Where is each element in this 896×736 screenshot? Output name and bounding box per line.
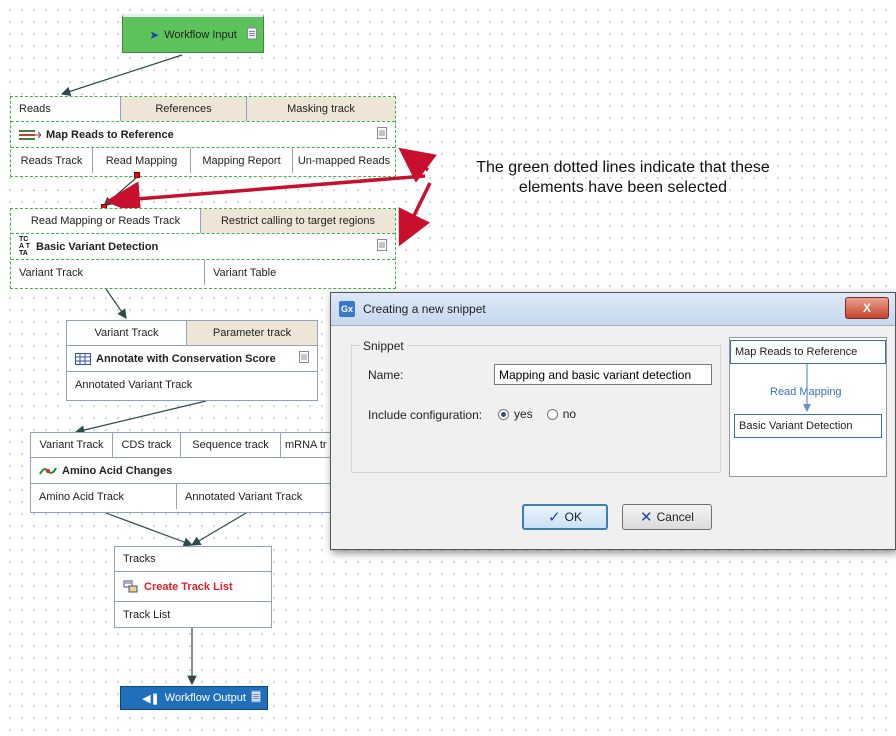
- track-list-node[interactable]: Tracks Create Track List Track List: [114, 546, 272, 628]
- amino-title-row: Amino Acid Changes: [31, 458, 343, 484]
- map-reads-inputs: Reads References Masking track: [11, 97, 395, 122]
- edge-input-to-map: [60, 54, 183, 96]
- output-amino-acid-track[interactable]: Amino Acid Track: [31, 484, 177, 509]
- edge-conservation-to-amino: [74, 400, 207, 435]
- track-list-icon: [123, 580, 139, 594]
- input-parameter-track[interactable]: Parameter track: [187, 321, 317, 345]
- output-variant-track[interactable]: Variant Track: [11, 260, 205, 285]
- cancel-label: Cancel: [656, 510, 694, 524]
- snippet-group-title: Snippet: [359, 339, 408, 353]
- amino-outputs: Amino Acid Track Annotated Variant Track: [31, 484, 343, 509]
- input-read-mapping-or-reads[interactable]: Read Mapping or Reads Track: [11, 209, 201, 233]
- input-cds-track[interactable]: CDS track: [113, 433, 181, 457]
- conservation-title: Annotate with Conservation Score: [96, 352, 276, 365]
- ok-button[interactable]: ✓ OK: [522, 504, 608, 530]
- edge-amino-to-tracks-a: [105, 512, 194, 547]
- close-button[interactable]: X: [845, 297, 889, 319]
- output-annotated-variant-track[interactable]: Annotated Variant Track: [67, 372, 317, 397]
- track-list-outputs: Track List: [115, 602, 271, 627]
- dialog-titlebar[interactable]: Gx Creating a new snippet: [331, 293, 895, 326]
- cancel-button[interactable]: ✕ Cancel: [622, 504, 712, 530]
- track-list-inputs: Tracks: [115, 547, 271, 572]
- conservation-title-row: Annotate with Conservation Score: [67, 346, 317, 372]
- workflow-input-node[interactable]: ➤ Workflow Input: [122, 14, 264, 53]
- document-icon: [377, 239, 387, 254]
- output-mapping-report[interactable]: Mapping Report: [191, 148, 293, 173]
- config-radio-group: yes no: [498, 407, 576, 421]
- name-label: Name:: [368, 368, 404, 382]
- app-icon: Gx: [339, 301, 355, 317]
- dialog-title: Creating a new snippet: [363, 302, 486, 316]
- amino-acid-node[interactable]: Variant Track CDS track Sequence track m…: [30, 432, 344, 513]
- annotation-arrow-variant: [398, 182, 432, 247]
- input-sequence-track[interactable]: Sequence track: [181, 433, 281, 457]
- output-read-mapping[interactable]: Read Mapping: [93, 148, 191, 173]
- input-variant-track[interactable]: Variant Track: [31, 433, 113, 457]
- workflow-input-label: Workflow Input: [164, 28, 237, 41]
- edge-map-to-variant: [103, 176, 138, 207]
- workflow-output-label: Workflow Output: [164, 692, 246, 704]
- conservation-outputs: Annotated Variant Track: [67, 372, 317, 397]
- conservation-node[interactable]: Variant Track Parameter track Annotate w…: [66, 320, 318, 401]
- document-icon: [251, 690, 261, 706]
- input-reads[interactable]: Reads: [11, 97, 121, 121]
- output-unmapped-reads[interactable]: Un-mapped Reads: [293, 148, 395, 173]
- annotation-text: The green dotted lines indicate that the…: [428, 158, 818, 198]
- document-icon: [299, 351, 309, 366]
- preview-edge: [803, 364, 811, 412]
- preview-basic-variant: Basic Variant Detection: [734, 414, 882, 438]
- basic-variant-node[interactable]: Read Mapping or Reads Track Restrict cal…: [10, 208, 396, 289]
- input-masking-track[interactable]: Masking track: [247, 97, 395, 121]
- config-no-label: no: [562, 407, 577, 421]
- amino-inputs: Variant Track CDS track Sequence track m…: [31, 433, 343, 458]
- input-arrow-icon: ➤: [149, 27, 160, 42]
- include-configuration-label: Include configuration:: [368, 408, 483, 422]
- selection-handle-top[interactable]: [134, 172, 140, 178]
- tca-tta-icon: TCA TTA: [19, 236, 31, 257]
- map-reads-title: Map Reads to Reference: [46, 128, 174, 141]
- input-variant-track[interactable]: Variant Track: [67, 321, 187, 345]
- edge-amino-to-tracks-b: [190, 512, 247, 546]
- input-restrict-calling[interactable]: Restrict calling to target regions: [201, 209, 395, 233]
- output-arrow-icon: ◀❚: [142, 692, 160, 705]
- config-no-radio[interactable]: no: [546, 407, 577, 421]
- basic-variant-title: Basic Variant Detection: [36, 240, 159, 253]
- basic-variant-title-row: TCA TTA Basic Variant Detection: [11, 234, 395, 260]
- workflow-output-node[interactable]: ◀❚ Workflow Output: [120, 686, 268, 710]
- map-reads-title-row: Map Reads to Reference: [11, 122, 395, 148]
- config-yes-radio[interactable]: yes: [498, 407, 533, 421]
- input-references[interactable]: References: [121, 97, 247, 121]
- annotation-arrow-edge: [105, 174, 426, 217]
- output-variant-table[interactable]: Variant Table: [205, 260, 395, 285]
- document-icon: [247, 27, 257, 42]
- map-reads-icon: [19, 129, 41, 141]
- document-icon: [377, 127, 387, 142]
- conservation-inputs: Variant Track Parameter track: [67, 321, 317, 346]
- conservation-table-icon: [75, 352, 91, 365]
- amino-acid-icon: [39, 465, 57, 477]
- snippet-preview: Map Reads to Reference Read Mapping Basi…: [729, 337, 887, 477]
- map-reads-node[interactable]: Reads References Masking track Map Reads…: [10, 96, 396, 177]
- track-list-title-row: Create Track List: [115, 572, 271, 602]
- output-reads-track[interactable]: Reads Track: [11, 148, 93, 173]
- check-icon: ✓: [548, 509, 561, 526]
- annotation-line-2: elements have been selected: [518, 179, 728, 196]
- snippet-name-input[interactable]: [494, 364, 712, 385]
- output-track-list[interactable]: Track List: [115, 602, 271, 627]
- output-annotated-variant-track[interactable]: Annotated Variant Track: [177, 484, 343, 509]
- input-tracks[interactable]: Tracks: [115, 547, 271, 571]
- basic-variant-outputs: Variant Track Variant Table: [11, 260, 395, 285]
- annotation-line-1: The green dotted lines indicate that the…: [476, 159, 770, 176]
- radio-empty-icon: [546, 408, 558, 420]
- radio-selected-icon: [498, 408, 509, 420]
- ok-label: OK: [564, 510, 582, 524]
- basic-variant-inputs: Read Mapping or Reads Track Restrict cal…: [11, 209, 395, 234]
- map-reads-outputs: Reads Track Read Mapping Mapping Report …: [11, 148, 395, 173]
- config-yes-label: yes: [514, 407, 533, 421]
- track-list-title: Create Track List: [144, 580, 233, 593]
- amino-title: Amino Acid Changes: [62, 464, 173, 477]
- edge-variant-to-conservation: [105, 288, 127, 319]
- annotation-arrow-map: [398, 147, 437, 183]
- x-icon: ✕: [640, 509, 653, 526]
